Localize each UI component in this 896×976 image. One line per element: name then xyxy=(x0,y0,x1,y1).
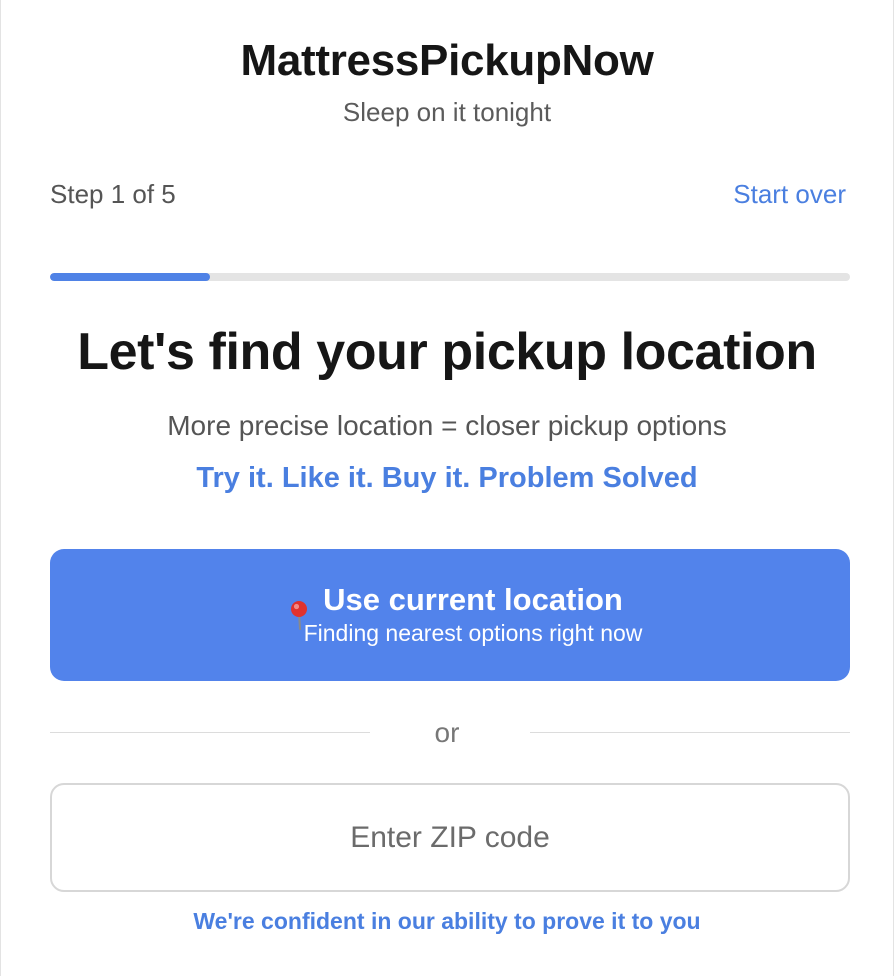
page-headline: Let's find your pickup location xyxy=(77,323,817,381)
use-current-location-button[interactable]: Use current location Finding nearest opt… xyxy=(50,549,850,681)
brand-tagline: Sleep on it tonight xyxy=(342,97,552,127)
slogan-text: Try it. Like it. Buy it. Problem Solved xyxy=(196,462,698,494)
start-over-link[interactable]: Start over xyxy=(733,179,846,210)
confidence-note: We're confident in our ability to prove … xyxy=(193,908,701,934)
or-separator: or xyxy=(434,717,460,748)
progress-bar-fill xyxy=(50,273,210,281)
page-frame: MattressPickupNow Sleep on it tonight St… xyxy=(0,0,894,976)
zip-code-input[interactable] xyxy=(50,783,850,892)
location-button-title: Use current location xyxy=(323,582,623,617)
step-indicator: Step 1 of 5 xyxy=(50,179,176,209)
page-subtext: More precise location = closer pickup op… xyxy=(167,410,727,441)
brand-title: MattressPickupNow xyxy=(240,36,654,85)
progress-bar xyxy=(50,273,850,281)
location-button-subtitle: Finding nearest options right now xyxy=(303,620,643,646)
divider-line-right xyxy=(530,732,850,733)
